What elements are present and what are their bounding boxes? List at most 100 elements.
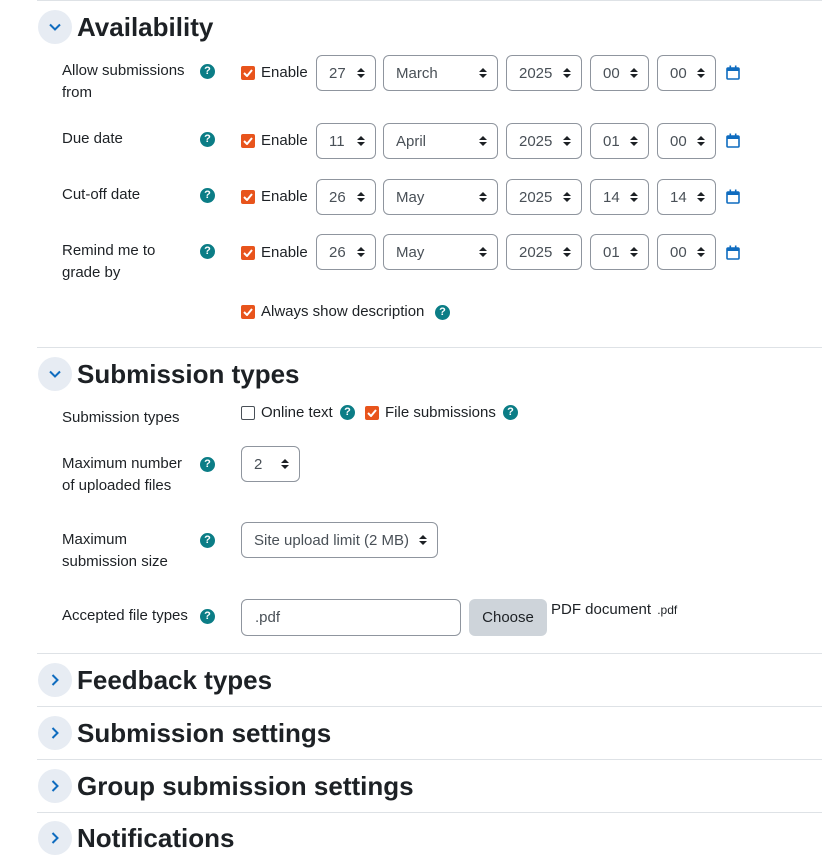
section-notifications-header[interactable]: Notifications bbox=[38, 821, 234, 855]
help-icon[interactable]: ? bbox=[200, 132, 215, 147]
section-submission-settings-header[interactable]: Submission settings bbox=[38, 716, 331, 750]
remind-grade-label: Remind me to grade by bbox=[62, 242, 156, 281]
help-icon[interactable]: ? bbox=[200, 457, 215, 472]
section-submission-types-header[interactable]: Submission types bbox=[38, 357, 300, 391]
enable-checkbox[interactable] bbox=[241, 190, 255, 204]
calendar-icon[interactable] bbox=[726, 65, 740, 80]
hour-select[interactable]: 14 bbox=[590, 179, 649, 215]
max-files-select[interactable]: 2 bbox=[241, 446, 300, 482]
day-select[interactable]: 26 bbox=[316, 179, 376, 215]
allow-submissions-label: Allow submissions from bbox=[62, 62, 185, 101]
chevron-right-icon bbox=[51, 674, 59, 686]
month-select[interactable]: May bbox=[383, 234, 498, 270]
calendar-icon[interactable] bbox=[726, 245, 740, 260]
max-size-select[interactable]: Site upload limit (2 MB) bbox=[241, 522, 438, 558]
help-icon[interactable]: ? bbox=[200, 533, 215, 548]
day-select[interactable]: 11 bbox=[316, 123, 376, 159]
file-type-name: PDF document bbox=[551, 601, 652, 618]
hour-value: 01 bbox=[603, 132, 620, 150]
expand-toggle[interactable] bbox=[38, 769, 72, 803]
day-select[interactable]: 27 bbox=[316, 55, 376, 91]
section-title: Submission types bbox=[77, 358, 300, 389]
sort-icon bbox=[697, 192, 705, 202]
submission-types-label: Submission types bbox=[62, 409, 180, 426]
section-title: Feedback types bbox=[77, 664, 273, 695]
month-select[interactable]: March bbox=[383, 55, 498, 91]
hour-value: 14 bbox=[603, 188, 620, 206]
year-value: 2025 bbox=[519, 64, 553, 82]
section-group-submission-settings-header[interactable]: Group submission settings bbox=[38, 769, 414, 803]
help-icon[interactable]: ? bbox=[503, 405, 518, 420]
help-icon[interactable]: ? bbox=[200, 609, 215, 624]
hour-select[interactable]: 00 bbox=[590, 55, 649, 91]
sort-icon bbox=[479, 68, 487, 78]
file-type-description: PDF document .pdf bbox=[551, 601, 677, 618]
calendar-icon[interactable] bbox=[726, 133, 740, 148]
chevron-down-icon bbox=[49, 23, 61, 31]
help-icon[interactable]: ? bbox=[435, 305, 450, 320]
hour-select[interactable]: 01 bbox=[590, 123, 649, 159]
accepted-file-types-input[interactable]: .pdf bbox=[241, 599, 461, 636]
section-title: Availability bbox=[77, 11, 214, 42]
year-select[interactable]: 2025 bbox=[506, 55, 582, 91]
file-submissions-checkbox[interactable] bbox=[365, 406, 379, 420]
chevron-down-icon bbox=[49, 370, 61, 378]
expand-toggle[interactable] bbox=[38, 716, 72, 750]
chevron-right-icon bbox=[51, 832, 59, 844]
minute-select[interactable]: 14 bbox=[657, 179, 716, 215]
collapse-toggle[interactable] bbox=[38, 10, 72, 44]
chevron-right-icon bbox=[51, 780, 59, 792]
year-select[interactable]: 2025 bbox=[506, 234, 582, 270]
sort-icon bbox=[697, 136, 705, 146]
help-icon[interactable]: ? bbox=[200, 64, 215, 79]
always-show-description-checkbox[interactable] bbox=[241, 305, 255, 319]
hour-value: 00 bbox=[603, 64, 620, 82]
divider bbox=[37, 0, 822, 1]
calendar-icon[interactable] bbox=[726, 189, 740, 204]
month-select[interactable]: April bbox=[383, 123, 498, 159]
year-select[interactable]: 2025 bbox=[506, 123, 582, 159]
online-text-checkbox[interactable] bbox=[241, 406, 255, 420]
section-feedback-types-header[interactable]: Feedback types bbox=[38, 663, 272, 697]
sort-icon bbox=[630, 247, 638, 257]
expand-toggle[interactable] bbox=[38, 821, 72, 855]
sort-icon bbox=[630, 136, 638, 146]
enable-checkbox[interactable] bbox=[241, 134, 255, 148]
sort-icon bbox=[357, 247, 365, 257]
minute-select[interactable]: 00 bbox=[657, 234, 716, 270]
check-icon bbox=[243, 308, 253, 316]
check-icon bbox=[367, 409, 377, 417]
month-value: April bbox=[396, 132, 427, 150]
minute-select[interactable]: 00 bbox=[657, 55, 716, 91]
assignment-settings-form: Availability Allow submissions from ? En… bbox=[0, 0, 838, 855]
accepted-file-types-label: Accepted file types bbox=[62, 607, 188, 624]
enable-label: Enable bbox=[261, 244, 308, 261]
sort-icon bbox=[563, 136, 571, 146]
expand-toggle[interactable] bbox=[38, 663, 72, 697]
sort-icon bbox=[419, 535, 427, 545]
minute-select[interactable]: 00 bbox=[657, 123, 716, 159]
sort-icon bbox=[479, 192, 487, 202]
year-select[interactable]: 2025 bbox=[506, 179, 582, 215]
section-availability-header[interactable]: Availability bbox=[38, 10, 213, 44]
help-icon[interactable]: ? bbox=[340, 405, 355, 420]
minute-value: 00 bbox=[670, 132, 687, 150]
day-select[interactable]: 26 bbox=[316, 234, 376, 270]
due-date-label: Due date bbox=[62, 130, 123, 147]
day-value: 26 bbox=[329, 243, 346, 261]
choose-button[interactable]: Choose bbox=[469, 599, 547, 636]
year-value: 2025 bbox=[519, 243, 553, 261]
enable-checkbox[interactable] bbox=[241, 246, 255, 260]
month-select[interactable]: May bbox=[383, 179, 498, 215]
sort-icon bbox=[281, 459, 289, 469]
check-icon bbox=[243, 249, 253, 257]
collapse-toggle[interactable] bbox=[38, 357, 72, 391]
file-submissions-label: File submissions bbox=[385, 404, 496, 421]
help-icon[interactable]: ? bbox=[200, 244, 215, 259]
day-value: 11 bbox=[329, 132, 345, 150]
enable-checkbox[interactable] bbox=[241, 66, 255, 80]
sort-icon bbox=[357, 192, 365, 202]
section-title: Group submission settings bbox=[77, 770, 414, 801]
hour-select[interactable]: 01 bbox=[590, 234, 649, 270]
help-icon[interactable]: ? bbox=[200, 188, 215, 203]
